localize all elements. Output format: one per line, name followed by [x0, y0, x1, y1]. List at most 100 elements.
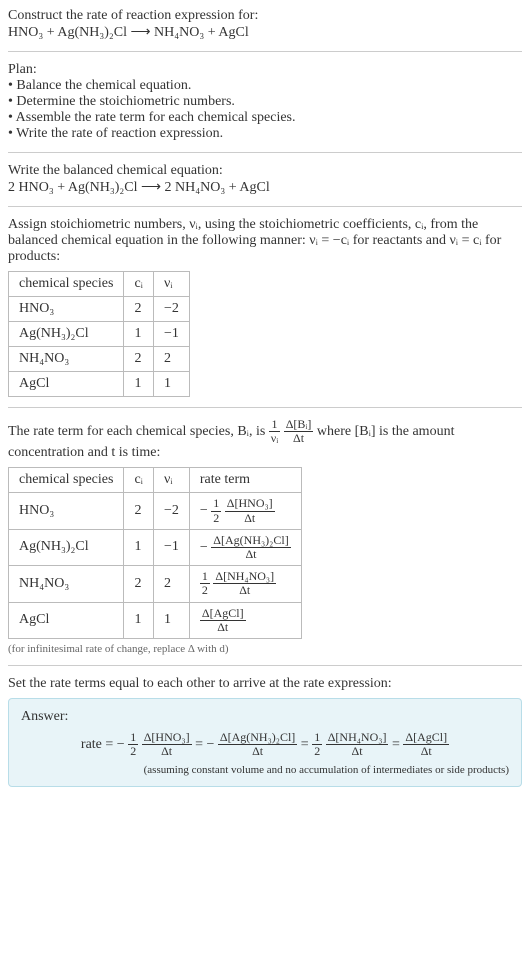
delta-frac: Δ[HNO₃] Δt [225, 497, 275, 524]
sign: − [117, 737, 125, 752]
cell-v: −1 [153, 529, 189, 565]
delta-frac: Δ[Ag(NH₃)₂Cl] Δt [218, 731, 297, 758]
plan-item: • Assemble the rate term for each chemic… [8, 110, 522, 126]
cell-c: 2 [124, 493, 154, 529]
table-header-row: chemical species cᵢ νᵢ [9, 272, 190, 297]
col-ci: cᵢ [124, 468, 154, 493]
frac-num: Δ[Bᵢ] [284, 418, 314, 432]
table-row: AgCl 1 1 [9, 372, 190, 397]
table-row: AgCl 1 1 Δ[AgCl] Δt [9, 602, 302, 638]
balanced-section: Write the balanced chemical equation: 2 … [8, 163, 522, 196]
final-title: Set the rate terms equal to each other t… [8, 676, 522, 692]
cell-v: 1 [153, 372, 189, 397]
frac-num: Δ[AgCl] [403, 731, 449, 745]
page-title: Construct the rate of reaction expressio… [8, 8, 522, 24]
table-row: HNO₃ 2 −2 − 1 2 Δ[HNO₃] Δt [9, 493, 302, 529]
answer-label: Answer: [21, 709, 509, 725]
stoich-intro: Assign stoichiometric numbers, νᵢ, using… [8, 217, 522, 265]
cell-c: 2 [124, 566, 154, 602]
cell-v: 2 [153, 347, 189, 372]
rateterm-note: (for infinitesimal rate of change, repla… [8, 643, 522, 655]
delta-frac: Δ[NH₄NO₃] Δt [326, 731, 389, 758]
col-species: chemical species [9, 468, 124, 493]
coef-frac: 1 2 [200, 570, 210, 597]
frac-den: 2 [200, 584, 210, 597]
frac-num: 1 [200, 570, 210, 584]
frac-den: νᵢ [269, 432, 280, 445]
cell-c: 2 [124, 347, 154, 372]
fraction-dBi-dt: Δ[Bᵢ] Δt [284, 418, 314, 445]
frac-den: Δt [284, 432, 314, 445]
delta-frac: Δ[AgCl] Δt [200, 607, 246, 634]
frac-den: Δt [200, 621, 246, 634]
fraction-one-over-nu: 1 νᵢ [269, 418, 280, 445]
divider [8, 206, 522, 207]
cell-species: Ag(NH₃)₂Cl [9, 322, 124, 347]
answer-box: Answer: rate = − 1 2 Δ[HNO₃] Δt = − Δ[Ag… [8, 698, 522, 787]
frac-num: Δ[NH₄NO₃] [213, 570, 276, 584]
rateterm-intro-a: The rate term for each chemical species,… [8, 424, 269, 439]
frac-num: Δ[Ag(NH₃)₂Cl] [211, 534, 290, 548]
coef-frac: 1 2 [128, 731, 138, 758]
rate-prefix: rate = [81, 737, 117, 752]
col-vi: νᵢ [153, 272, 189, 297]
table-header-row: chemical species cᵢ νᵢ rate term [9, 468, 302, 493]
cell-c: 1 [124, 322, 154, 347]
frac-den: Δt [326, 745, 389, 758]
coef-frac: 1 2 [211, 497, 221, 524]
col-species: chemical species [9, 272, 124, 297]
cell-species: NH₄NO₃ [9, 566, 124, 602]
sign: − [200, 540, 208, 555]
frac-num: Δ[HNO₃] [142, 731, 192, 745]
frac-num: 1 [128, 731, 138, 745]
cell-rate: − 1 2 Δ[HNO₃] Δt [189, 493, 301, 529]
delta-frac: Δ[NH₄NO₃] Δt [213, 570, 276, 597]
frac-den: Δt [218, 745, 297, 758]
table-row: Ag(NH₃)₂Cl 1 −1 − Δ[Ag(NH₃)₂Cl] Δt [9, 529, 302, 565]
sign: − [206, 737, 214, 752]
cell-rate: 1 2 Δ[NH₄NO₃] Δt [189, 566, 301, 602]
cell-c: 2 [124, 297, 154, 322]
cell-v: 2 [153, 566, 189, 602]
frac-num: Δ[HNO₃] [225, 497, 275, 511]
divider [8, 152, 522, 153]
header-section: Construct the rate of reaction expressio… [8, 8, 522, 41]
col-rate: rate term [189, 468, 301, 493]
frac-den: Δt [213, 584, 276, 597]
stoich-section: Assign stoichiometric numbers, νᵢ, using… [8, 217, 522, 397]
cell-c: 1 [124, 602, 154, 638]
coef-frac: 1 2 [312, 731, 322, 758]
table-row: Ag(NH₃)₂Cl 1 −1 [9, 322, 190, 347]
frac-den: Δt [225, 512, 275, 525]
plan-item: • Write the rate of reaction expression. [8, 126, 522, 142]
cell-species: NH₄NO₃ [9, 347, 124, 372]
frac-den: 2 [128, 745, 138, 758]
divider [8, 665, 522, 666]
cell-rate: Δ[AgCl] Δt [189, 602, 301, 638]
frac-num: Δ[Ag(NH₃)₂Cl] [218, 731, 297, 745]
plan-section: Plan: • Balance the chemical equation. •… [8, 62, 522, 142]
balanced-title: Write the balanced chemical equation: [8, 163, 522, 179]
cell-v: −1 [153, 322, 189, 347]
cell-v: 1 [153, 602, 189, 638]
cell-species: AgCl [9, 372, 124, 397]
table-row: HNO₃ 2 −2 [9, 297, 190, 322]
sign: − [200, 503, 208, 518]
col-ci: cᵢ [124, 272, 154, 297]
rateterm-table: chemical species cᵢ νᵢ rate term HNO₃ 2 … [8, 467, 302, 639]
frac-den: Δt [211, 548, 290, 561]
cell-rate: − Δ[Ag(NH₃)₂Cl] Δt [189, 529, 301, 565]
cell-species: HNO₃ [9, 493, 124, 529]
cell-species: AgCl [9, 602, 124, 638]
rateterm-intro: The rate term for each chemical species,… [8, 418, 522, 461]
cell-species: Ag(NH₃)₂Cl [9, 529, 124, 565]
delta-frac: Δ[HNO₃] Δt [142, 731, 192, 758]
stoich-table: chemical species cᵢ νᵢ HNO₃ 2 −2 Ag(NH₃)… [8, 271, 190, 397]
frac-num: 1 [211, 497, 221, 511]
plan-item: • Determine the stoichiometric numbers. [8, 94, 522, 110]
col-vi: νᵢ [153, 468, 189, 493]
cell-c: 1 [124, 529, 154, 565]
table-row: NH₄NO₃ 2 2 [9, 347, 190, 372]
frac-num: 1 [312, 731, 322, 745]
cell-v: −2 [153, 493, 189, 529]
